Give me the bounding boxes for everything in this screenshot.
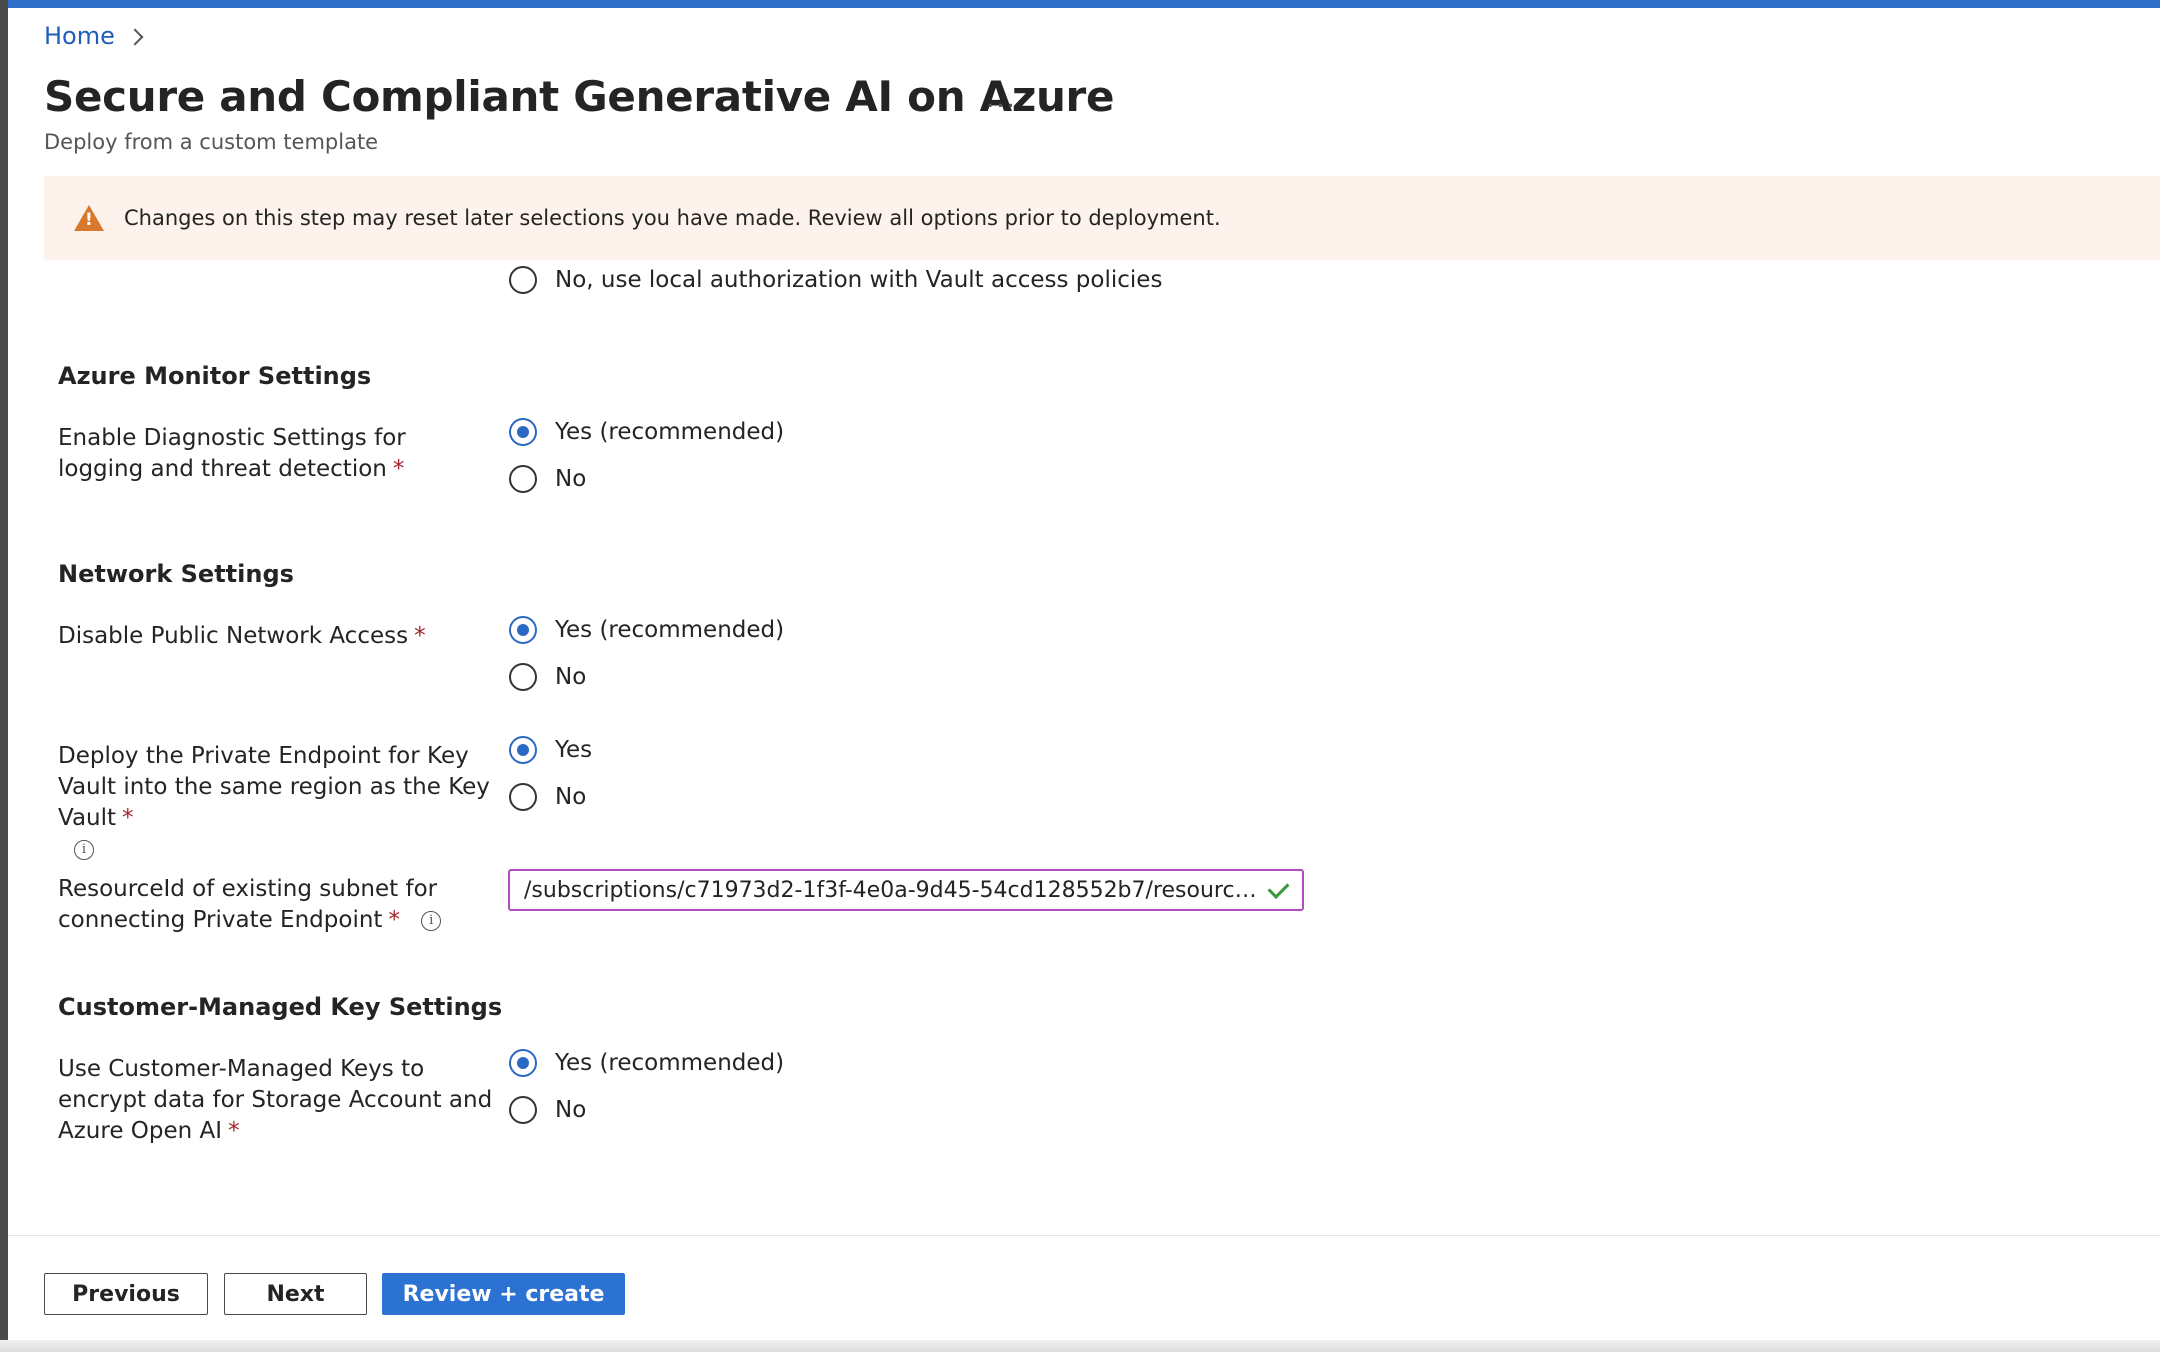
radio-label: Yes — [555, 737, 593, 763]
review-create-button[interactable]: Review + create — [382, 1273, 625, 1315]
required-asterisk: * — [228, 1118, 240, 1144]
warning-banner: ! Changes on this step may reset later s… — [44, 176, 2160, 260]
breadcrumb: Home — [44, 22, 144, 50]
private-endpoint-label: Deploy the Private Endpoint for Key Vaul… — [58, 741, 498, 865]
public-access-yes-option[interactable]: Yes (recommended) — [509, 616, 784, 644]
radio-label: No — [555, 466, 587, 492]
cmk-label: Use Customer-Managed Keys to encrypt dat… — [58, 1056, 493, 1144]
required-asterisk: * — [388, 907, 400, 933]
warning-icon: ! — [74, 205, 104, 231]
chevron-right-icon — [126, 28, 144, 46]
public-access-label: Disable Public Network Access * — [58, 623, 426, 649]
cmk-no-option[interactable]: No — [509, 1096, 586, 1124]
radio-button-selected[interactable] — [509, 1049, 537, 1077]
checkmark-icon — [1267, 877, 1290, 899]
radio-label: No — [555, 664, 587, 690]
portal-top-bar — [0, 0, 2160, 8]
radio-label: No — [555, 1097, 587, 1123]
cmk-yes-option[interactable]: Yes (recommended) — [509, 1049, 784, 1077]
more-options-button[interactable]: ... — [986, 84, 1017, 114]
radio-label: Yes (recommended) — [555, 1050, 785, 1076]
footer-divider — [8, 1235, 2160, 1236]
previous-button[interactable]: Previous — [44, 1273, 208, 1315]
info-icon[interactable]: i — [421, 910, 442, 931]
warning-banner-text: Changes on this step may reset later sel… — [124, 206, 1221, 230]
page-subtitle: Deploy from a custom template — [44, 130, 379, 154]
subnet-label: ResourceId of existing subnet for connec… — [58, 874, 498, 936]
radio-button-selected[interactable] — [509, 616, 537, 644]
page-title: Secure and Compliant Generative AI on Az… — [44, 72, 1115, 121]
window-bottom-edge — [0, 1340, 2160, 1352]
diagnostic-settings-label: Enable Diagnostic Settings for logging a… — [58, 425, 406, 482]
radio-button[interactable] — [509, 266, 537, 294]
info-icon[interactable]: i — [74, 839, 94, 860]
diagnostic-no-option[interactable]: No — [509, 465, 586, 493]
private-endpoint-no-option[interactable]: No — [509, 783, 586, 811]
diagnostic-yes-option[interactable]: Yes (recommended) — [509, 418, 784, 446]
required-asterisk: * — [392, 456, 405, 482]
required-asterisk: * — [122, 805, 134, 831]
vault-access-policies-option[interactable]: No, use local authorization with Vault a… — [509, 266, 1162, 294]
section-heading-cmk: Customer-Managed Key Settings — [58, 993, 503, 1021]
radio-label: Yes (recommended) — [555, 617, 785, 643]
required-asterisk: * — [414, 623, 426, 649]
public-access-no-option[interactable]: No — [509, 663, 586, 691]
radio-label: No — [555, 784, 587, 810]
radio-button[interactable] — [509, 783, 537, 811]
section-heading-network: Network Settings — [58, 560, 294, 588]
radio-button-selected[interactable] — [509, 418, 537, 446]
radio-button[interactable] — [509, 663, 537, 691]
subnet-resource-id-input[interactable] — [508, 869, 1304, 911]
radio-label: Yes (recommended) — [555, 419, 785, 445]
radio-button[interactable] — [509, 465, 537, 493]
window-left-edge — [0, 0, 8, 1352]
private-endpoint-yes-option[interactable]: Yes — [509, 736, 592, 764]
radio-button[interactable] — [509, 1096, 537, 1124]
section-heading-azure-monitor: Azure Monitor Settings — [58, 362, 372, 390]
radio-label: No, use local authorization with Vault a… — [555, 267, 1163, 293]
subnet-resource-id-value[interactable] — [524, 877, 1259, 903]
breadcrumb-home-link[interactable]: Home — [44, 22, 115, 50]
next-button[interactable]: Next — [224, 1273, 367, 1315]
radio-button-selected[interactable] — [509, 736, 537, 764]
